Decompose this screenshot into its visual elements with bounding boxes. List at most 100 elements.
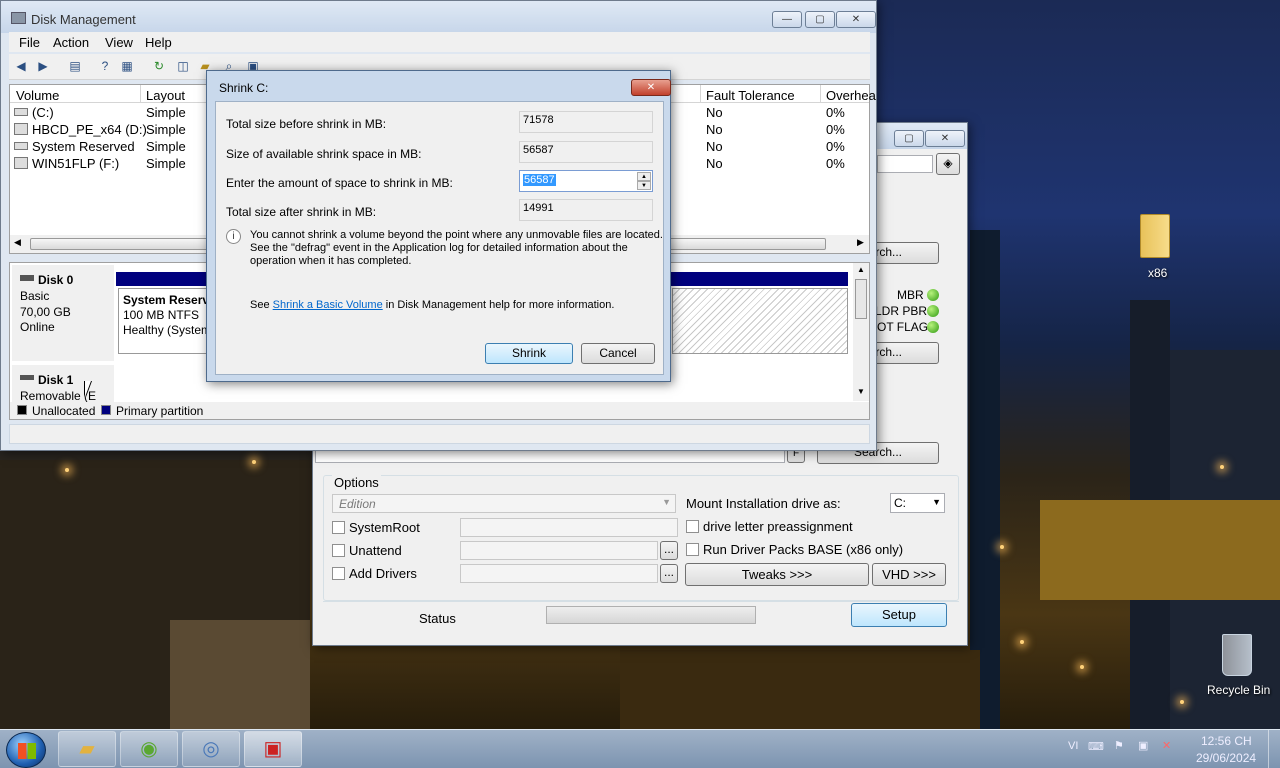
amount-value[interactable]: 56587 <box>523 174 556 186</box>
unattend-field[interactable] <box>460 541 658 560</box>
volume-name: WIN51FLP (F:) <box>32 156 120 171</box>
add-drivers-label: Add Drivers <box>349 566 417 581</box>
language-indicator[interactable]: VI <box>1068 740 1078 752</box>
dialog-title: Shrink C: <box>219 81 269 95</box>
column-volume[interactable]: Volume <box>16 88 59 103</box>
setup-source-field[interactable] <box>877 155 933 173</box>
taskbar-setup-button[interactable]: ◎ <box>182 731 240 767</box>
info-line-1: You cannot shrink a volume beyond the po… <box>250 229 663 241</box>
drive-icon <box>14 108 28 116</box>
add-drivers-browse-button[interactable]: ... <box>660 564 678 583</box>
start-button[interactable] <box>6 732 46 768</box>
mount-select[interactable]: C: ▼ <box>890 493 945 513</box>
c-partition-selected[interactable] <box>672 288 848 354</box>
label-before: Total size before shrink in MB: <box>226 117 387 131</box>
volume-overhead: 0% <box>826 139 845 154</box>
show-desktop-button[interactable] <box>1268 730 1280 768</box>
vhd-button[interactable]: VHD >>> <box>872 563 946 586</box>
volume-layout: Simple <box>146 105 186 120</box>
unattend-browse-button[interactable]: ... <box>660 541 678 560</box>
driver-packs-checkbox[interactable] <box>686 543 699 556</box>
unattend-checkbox[interactable] <box>332 544 345 557</box>
disk1-name: Disk 1 <box>38 373 74 387</box>
flag-icon[interactable]: ⚑ <box>1114 739 1124 752</box>
taskbar-toolbox-button[interactable]: ▣ <box>244 731 302 767</box>
systemroot-checkbox[interactable] <box>332 521 345 534</box>
disk-map-scrollbar[interactable]: ▲ ▼ <box>853 263 869 401</box>
keyboard-icon[interactable]: ⌨ <box>1088 740 1104 753</box>
menu-view[interactable]: View <box>105 35 133 50</box>
add-drivers-field[interactable] <box>460 564 658 583</box>
taskbar-app-button[interactable]: ◉ <box>120 731 178 767</box>
driver-packs-label: Run Driver Packs BASE (x86 only) <box>703 542 904 557</box>
refresh-icon[interactable]: ↻ <box>151 58 167 74</box>
minimize-button[interactable]: — <box>772 11 802 28</box>
indicator-mbr-dot <box>927 289 939 301</box>
unallocated-swatch <box>17 405 27 415</box>
toolbox-icon: ▣ <box>263 738 283 760</box>
setup-maximize-button[interactable]: ▢ <box>894 130 924 147</box>
scroll-up-icon[interactable]: ▲ <box>857 265 865 274</box>
edition-select[interactable]: Edition ▼ <box>332 494 676 513</box>
volume-overhead: 0% <box>826 105 845 120</box>
help-link[interactable]: Shrink a Basic Volume <box>273 299 383 311</box>
tweaks-button[interactable]: Tweaks >>> <box>685 563 869 586</box>
disk0-name: Disk 0 <box>38 273 74 287</box>
setup-close-button[interactable]: ✕ <box>925 130 965 147</box>
unattend-label: Unattend <box>349 543 402 558</box>
console-tree-icon[interactable]: ▤ <box>67 58 83 74</box>
menu-file[interactable]: File <box>19 35 40 50</box>
spinner-down-button[interactable]: ▼ <box>637 181 651 190</box>
clock-date[interactable]: 29/06/2024 <box>1196 751 1256 765</box>
menu-help[interactable]: Help <box>145 35 172 50</box>
partition-name: System Reserv <box>123 293 210 307</box>
maximize-button[interactable]: ▢ <box>805 11 835 28</box>
indicator-flag-dot <box>927 321 939 333</box>
preassign-checkbox[interactable] <box>686 520 699 533</box>
scroll-left-icon[interactable]: ◀ <box>14 237 21 248</box>
volume-icon[interactable]: ✕ <box>1162 739 1171 752</box>
add-drivers-checkbox[interactable] <box>332 567 345 580</box>
setup-button[interactable]: Setup <box>851 603 947 627</box>
menu-action[interactable]: Action <box>53 35 89 50</box>
network-icon[interactable]: ▣ <box>1138 739 1148 752</box>
disk0-info[interactable]: Disk 0 Basic 70,00 GB Online <box>12 265 114 361</box>
rescan-icon[interactable]: ◫ <box>175 58 191 74</box>
scroll-thumb[interactable] <box>855 279 867 319</box>
volume-name: (C:) <box>32 105 54 120</box>
shrink-button[interactable]: Shrink <box>485 343 573 364</box>
column-layout[interactable]: Layout <box>146 88 185 103</box>
volume-overhead: 0% <box>826 122 845 137</box>
back-icon[interactable]: ◀ <box>13 58 29 74</box>
mount-value: C: <box>894 496 906 510</box>
desktop-folder-x86[interactable]: x86 <box>1130 212 1180 282</box>
systemroot-field[interactable] <box>460 518 678 537</box>
window-status-bar <box>9 424 870 444</box>
help-icon[interactable]: ? <box>97 58 113 74</box>
amount-spinner[interactable]: 56587 ▲ ▼ <box>519 170 653 192</box>
mouse-cursor-icon <box>85 381 91 397</box>
drive-icon <box>14 157 28 169</box>
info-line-3: operation when it has completed. <box>250 255 412 267</box>
forward-icon[interactable]: ▶ <box>35 58 51 74</box>
scroll-right-icon[interactable]: ▶ <box>857 237 864 248</box>
dialog-close-button[interactable]: ✕ <box>631 79 671 96</box>
partition-status: Healthy (System <box>123 323 212 337</box>
spinner-up-button[interactable]: ▲ <box>637 172 651 181</box>
taskbar-explorer-button[interactable]: ▰ <box>58 731 116 767</box>
scroll-down-icon[interactable]: ▼ <box>857 387 865 396</box>
system-reserved-partition[interactable]: System Reserv 100 MB NTFS Healthy (Syste… <box>118 288 214 354</box>
recycle-bin-label: Recycle Bin <box>1207 683 1271 697</box>
label-available: Size of available shrink space in MB: <box>226 147 422 161</box>
cancel-button[interactable]: Cancel <box>581 343 655 364</box>
column-overhead[interactable]: Overhea <box>826 88 876 103</box>
clock-time[interactable]: 12:56 CH <box>1201 734 1252 748</box>
volume-name: System Reserved <box>32 139 135 154</box>
column-fault-tolerance[interactable]: Fault Tolerance <box>706 88 795 103</box>
properties-icon[interactable]: ▦ <box>119 58 135 74</box>
volume-overhead: 0% <box>826 156 845 171</box>
setup-source-browse-button[interactable]: ◈ <box>936 153 960 175</box>
label-amount: Enter the amount of space to shrink in M… <box>226 176 453 190</box>
desktop-recycle-bin[interactable]: Recycle Bin <box>1200 630 1275 700</box>
close-button[interactable]: ✕ <box>836 11 876 28</box>
